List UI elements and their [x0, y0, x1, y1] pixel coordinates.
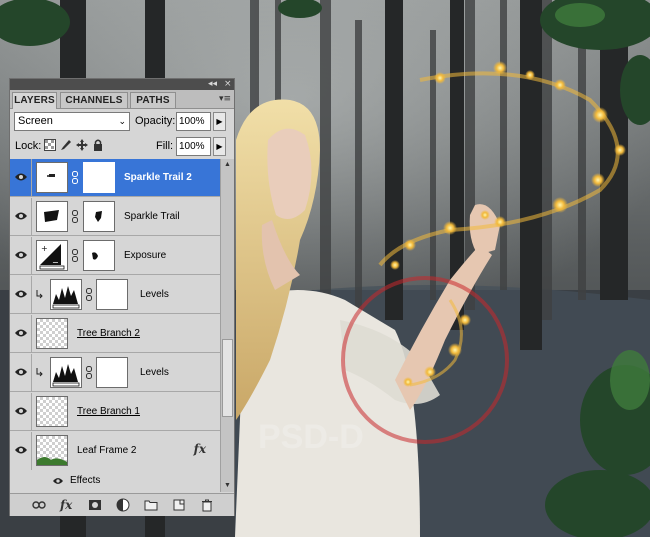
- panel-bottom-toolbar: fx: [10, 493, 234, 516]
- fill-input[interactable]: 100%: [176, 137, 211, 156]
- triangle-right-icon: ▶: [216, 117, 223, 126]
- panel-title-strip: ◂◂ ×: [10, 79, 234, 90]
- exposure-adjustment-icon: + −: [36, 240, 68, 271]
- visibility-toggle[interactable]: [10, 159, 32, 197]
- eye-icon: [15, 173, 27, 181]
- layers-panel: ◂◂ × LAYERS CHANNELS PATHS ▾≡ Screen ⌄ O…: [9, 78, 235, 516]
- link-chain-icon[interactable]: [72, 249, 78, 262]
- layer-mask-thumbnail: [96, 357, 128, 388]
- layer-name: Exposure: [124, 250, 167, 261]
- layer-row-leaf-frame-2[interactable]: Leaf Frame 2 fx: [10, 432, 220, 470]
- layer-row-levels[interactable]: Levels: [10, 354, 220, 392]
- new-group-icon[interactable]: [144, 498, 158, 512]
- fill-label: Fill:: [156, 140, 174, 152]
- layer-name: Levels: [140, 289, 169, 300]
- eye-icon[interactable]: [52, 476, 64, 486]
- watermark-text: PSD-D: [258, 418, 364, 456]
- eye-icon: [15, 290, 27, 298]
- blend-mode-select[interactable]: Screen ⌄: [14, 112, 130, 131]
- levels-adjustment-icon: [50, 357, 82, 388]
- layer-row-exposure[interactable]: + − Exposure: [10, 237, 220, 275]
- layer-thumbnail: [36, 396, 68, 427]
- lock-pixels-icon[interactable]: [60, 139, 72, 151]
- close-panel-button[interactable]: ×: [224, 79, 232, 90]
- effects-row[interactable]: Effects: [10, 470, 220, 492]
- tab-paths[interactable]: PATHS: [130, 92, 176, 108]
- eye-icon: [15, 329, 27, 337]
- fill-slider-button[interactable]: ▶: [213, 137, 226, 156]
- fx-icon[interactable]: fx: [60, 498, 74, 512]
- layer-thumbnail: [36, 162, 68, 193]
- eye-icon: [15, 446, 27, 454]
- layer-row-levels[interactable]: Levels: [10, 276, 220, 314]
- layer-list: Sparkle Trail 2 Sparkle Trail + − Exposur…: [10, 159, 220, 492]
- link-chain-icon[interactable]: [86, 288, 92, 301]
- visibility-toggle[interactable]: [10, 393, 32, 431]
- visibility-toggle[interactable]: [10, 432, 32, 470]
- scroll-thumb[interactable]: [222, 339, 233, 417]
- opacity-label: Opacity:: [135, 115, 176, 127]
- scroll-up-arrow-icon[interactable]: ▲: [221, 159, 234, 171]
- link-chain-icon[interactable]: [86, 366, 92, 379]
- visibility-toggle[interactable]: [10, 276, 32, 314]
- layer-mask-thumbnail: [83, 201, 115, 232]
- scroll-down-arrow-icon[interactable]: ▼: [221, 480, 234, 492]
- visibility-toggle[interactable]: [10, 198, 32, 236]
- link-chain-icon[interactable]: [72, 210, 78, 223]
- link-layers-icon[interactable]: [32, 498, 46, 512]
- panel-tab-bar: LAYERS CHANNELS PATHS ▾≡: [10, 90, 234, 109]
- layer-row-tree-branch-2[interactable]: Tree Branch 2: [10, 315, 220, 353]
- opacity-slider-button[interactable]: ▶: [213, 112, 226, 131]
- layer-name: Leaf Frame 2: [77, 445, 137, 456]
- triangle-right-icon: ▶: [216, 142, 223, 151]
- layer-name: Sparkle Trail: [124, 211, 180, 222]
- panel-menu-button[interactable]: ▾≡: [219, 94, 231, 104]
- opacity-input[interactable]: 100%: [176, 112, 211, 131]
- layer-row-tree-branch-1[interactable]: Tree Branch 1: [10, 393, 220, 431]
- adjustment-layer-icon[interactable]: [116, 498, 130, 512]
- layer-mask-thumbnail: [96, 279, 128, 310]
- lock-transparency-icon[interactable]: [44, 139, 56, 151]
- lock-label: Lock:: [15, 140, 42, 152]
- lock-all-icon[interactable]: [92, 139, 104, 151]
- blend-mode-value: Screen: [18, 115, 53, 127]
- svg-text:+: +: [41, 244, 48, 253]
- layer-row-sparkle-trail[interactable]: Sparkle Trail: [10, 198, 220, 236]
- layer-thumbnail: [36, 318, 68, 349]
- layer-thumbnail: [36, 201, 68, 232]
- link-chain-icon[interactable]: [72, 171, 78, 184]
- collapse-panel-button[interactable]: ◂◂: [208, 79, 217, 90]
- visibility-toggle[interactable]: [10, 315, 32, 353]
- layer-list-scrollbar[interactable]: ▲ ▼: [220, 159, 234, 492]
- add-mask-icon[interactable]: [88, 498, 102, 512]
- trash-icon[interactable]: [200, 498, 214, 512]
- effects-label: Effects: [70, 475, 101, 486]
- clipping-arrow-icon: [36, 290, 43, 299]
- layer-mask-thumbnail: [83, 240, 115, 271]
- clipping-arrow-icon: [36, 368, 43, 377]
- eye-icon: [15, 212, 27, 220]
- eye-icon: [15, 251, 27, 259]
- tab-layers[interactable]: LAYERS: [12, 92, 57, 109]
- layer-name: Tree Branch 1: [77, 406, 140, 417]
- lock-position-icon[interactable]: [76, 139, 88, 151]
- visibility-toggle[interactable]: [10, 354, 32, 392]
- levels-adjustment-icon: [50, 279, 82, 310]
- layer-mask-thumbnail: [83, 162, 115, 193]
- visibility-toggle[interactable]: [10, 237, 32, 275]
- layer-name: Tree Branch 2: [77, 328, 140, 339]
- layer-name: Sparkle Trail 2: [124, 172, 192, 183]
- chevron-down-icon: ⌄: [118, 116, 126, 126]
- eye-icon: [15, 368, 27, 376]
- fx-icon[interactable]: fx: [194, 432, 206, 466]
- layer-name: Levels: [140, 367, 169, 378]
- tab-channels[interactable]: CHANNELS: [60, 92, 128, 108]
- layer-row-sparkle-trail-2[interactable]: Sparkle Trail 2: [10, 159, 220, 197]
- layer-thumbnail: [36, 435, 68, 466]
- new-layer-icon[interactable]: [172, 498, 186, 512]
- eye-icon: [15, 407, 27, 415]
